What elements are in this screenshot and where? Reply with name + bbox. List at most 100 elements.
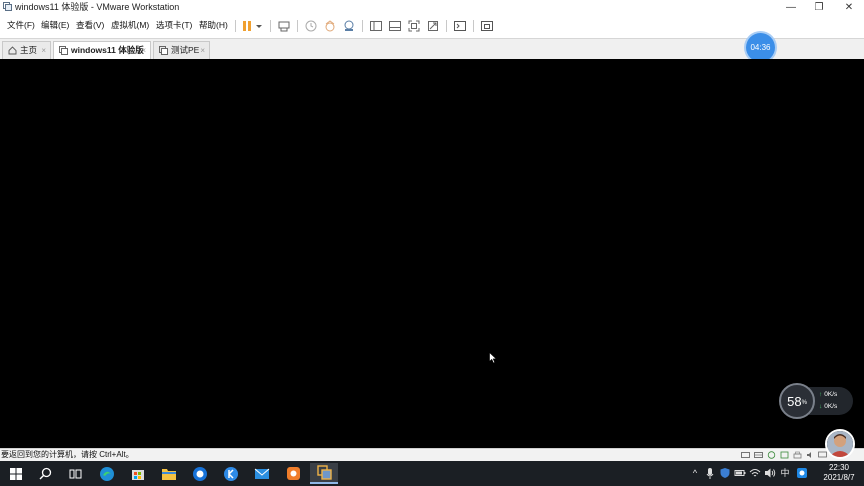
menu-edit[interactable]: 编辑(E) — [41, 19, 69, 31]
kugou-icon — [224, 466, 238, 481]
fullscreen-icon[interactable] — [407, 19, 421, 33]
volume-icon[interactable] — [764, 467, 776, 479]
input-method-indicator[interactable]: 中 — [779, 467, 791, 479]
menu-tabs[interactable]: 选项卡(T) — [156, 19, 192, 31]
recording-timer[interactable]: 04:36 — [746, 33, 775, 62]
wifi-icon[interactable] — [749, 467, 761, 479]
mail-icon — [254, 468, 270, 479]
network-monitor-widget[interactable]: ↑ 0K/s ↓ 0K/s 58% — [779, 383, 853, 419]
app-icon — [286, 467, 300, 480]
avatar-image — [827, 431, 853, 457]
close-button[interactable]: ✕ — [834, 0, 864, 15]
network-adapter-icon[interactable] — [767, 451, 776, 459]
download-arrow-icon: ↓ — [819, 403, 823, 410]
taskbar-clock[interactable]: 22:30 2021/8/7 — [818, 463, 860, 483]
taskbar-browser[interactable] — [186, 463, 214, 484]
browser-icon — [193, 466, 207, 481]
toolbar-separator — [297, 20, 298, 32]
usage-unit: % — [801, 400, 807, 406]
clock-time: 22:30 — [828, 463, 850, 472]
hard-disk-icon[interactable] — [741, 451, 750, 459]
tray-overflow-chevron-icon[interactable]: ^ — [689, 467, 701, 479]
microphone-icon[interactable] — [704, 467, 716, 479]
sound-icon[interactable] — [806, 451, 815, 459]
task-view-button[interactable] — [61, 463, 89, 484]
start-icon — [10, 467, 22, 480]
upload-speed: ↑ 0K/s — [819, 390, 837, 400]
toolbar-separator — [446, 20, 447, 32]
home-icon — [8, 46, 17, 55]
unity-icon[interactable] — [426, 19, 440, 33]
printer-icon[interactable] — [793, 451, 802, 459]
tab-test-pe[interactable]: 测试PE × — [153, 41, 210, 59]
vmware-app-icon — [3, 2, 12, 11]
tab-windows11[interactable]: windows11 体验版 × — [53, 41, 151, 59]
taskbar-app[interactable] — [279, 463, 307, 484]
webcam-avatar — [825, 429, 855, 459]
usage-gauge: 58% — [779, 383, 815, 419]
snapshot-manager-icon[interactable] — [342, 19, 356, 33]
taskbar-file-explorer[interactable] — [155, 463, 183, 484]
tab-close-icon[interactable]: × — [141, 45, 146, 56]
taskbar-store[interactable] — [124, 463, 152, 484]
menu-bar: 文件(F) 编辑(E) 查看(V) 虚拟机(M) 选项卡(T) 帮助(H) — [0, 15, 864, 36]
snapshot-icon[interactable] — [304, 19, 318, 33]
edge-icon — [100, 466, 114, 481]
toolbar-separator — [473, 20, 474, 32]
window-title: windows11 体验版 - VMware Workstation — [15, 2, 180, 12]
dropdown-arrow-icon[interactable] — [254, 19, 264, 33]
taskbar-vmware[interactable] — [310, 463, 338, 484]
search-button[interactable] — [31, 463, 59, 484]
vmware-icon — [316, 465, 332, 480]
revert-snapshot-icon[interactable] — [323, 19, 337, 33]
title-bar: windows11 体验版 - VMware Workstation — ❐ ✕ — [0, 0, 864, 15]
security-shield-icon[interactable] — [719, 467, 731, 479]
display-icon[interactable] — [818, 451, 827, 459]
status-bar: 要返回到您的计算机，请按 Ctrl+Alt。 — [0, 448, 864, 461]
stretch-view-icon[interactable] — [480, 19, 494, 33]
store-icon — [132, 469, 144, 480]
battery-icon[interactable] — [734, 467, 746, 479]
menu-view[interactable]: 查看(V) — [76, 19, 104, 31]
pause-icon[interactable] — [240, 19, 254, 33]
network-speed-panel: ↑ 0K/s ↓ 0K/s — [809, 387, 853, 415]
upload-arrow-icon: ↑ — [819, 391, 823, 398]
file-explorer-icon — [162, 468, 176, 480]
tab-label: 测试PE — [171, 45, 200, 55]
send-ctrl-alt-del-icon[interactable] — [277, 19, 291, 33]
usage-value: 58 — [787, 393, 802, 409]
restore-button[interactable]: ❐ — [804, 0, 834, 15]
menu-vm[interactable]: 虚拟机(M) — [111, 19, 149, 31]
speed-unit: K/s — [827, 403, 838, 410]
tab-label: 主页 — [20, 45, 38, 55]
windows-taskbar: ^ 中 22:30 2021/8/7 — [0, 461, 864, 486]
vm-display[interactable] — [0, 59, 864, 448]
tab-bar: 主页 × windows11 体验版 × 测试PE × — [0, 38, 864, 61]
toolbar-separator — [270, 20, 271, 32]
usb-icon[interactable] — [780, 451, 789, 459]
status-message: 要返回到您的计算机，请按 Ctrl+Alt。 — [1, 450, 134, 459]
console-icon[interactable] — [453, 19, 467, 33]
tab-close-icon[interactable]: × — [200, 45, 205, 56]
menu-help[interactable]: 帮助(H) — [199, 19, 228, 31]
download-speed: ↓ 0K/s — [819, 402, 837, 412]
taskbar-mail[interactable] — [248, 463, 276, 484]
taskbar-kugou[interactable] — [217, 463, 245, 484]
search-icon — [39, 467, 51, 480]
thumbnail-bar-icon[interactable] — [388, 19, 402, 33]
start-button[interactable] — [2, 463, 30, 484]
tab-label: windows11 体验版 — [71, 45, 144, 55]
cd-drive-icon[interactable] — [754, 451, 763, 459]
taskbar-edge[interactable] — [93, 463, 121, 484]
tab-close-icon[interactable]: × — [41, 45, 46, 56]
qq-icon[interactable] — [796, 467, 808, 479]
menu-file[interactable]: 文件(F) — [7, 19, 35, 31]
minimize-button[interactable]: — — [776, 0, 806, 15]
vm-icon — [159, 46, 168, 55]
speed-unit: K/s — [827, 391, 838, 398]
tab-home[interactable]: 主页 × — [2, 41, 51, 59]
toolbar-separator — [362, 20, 363, 32]
show-library-icon[interactable] — [369, 19, 383, 33]
clock-date: 2021/8/7 — [823, 473, 855, 482]
task-view-icon — [69, 469, 81, 478]
